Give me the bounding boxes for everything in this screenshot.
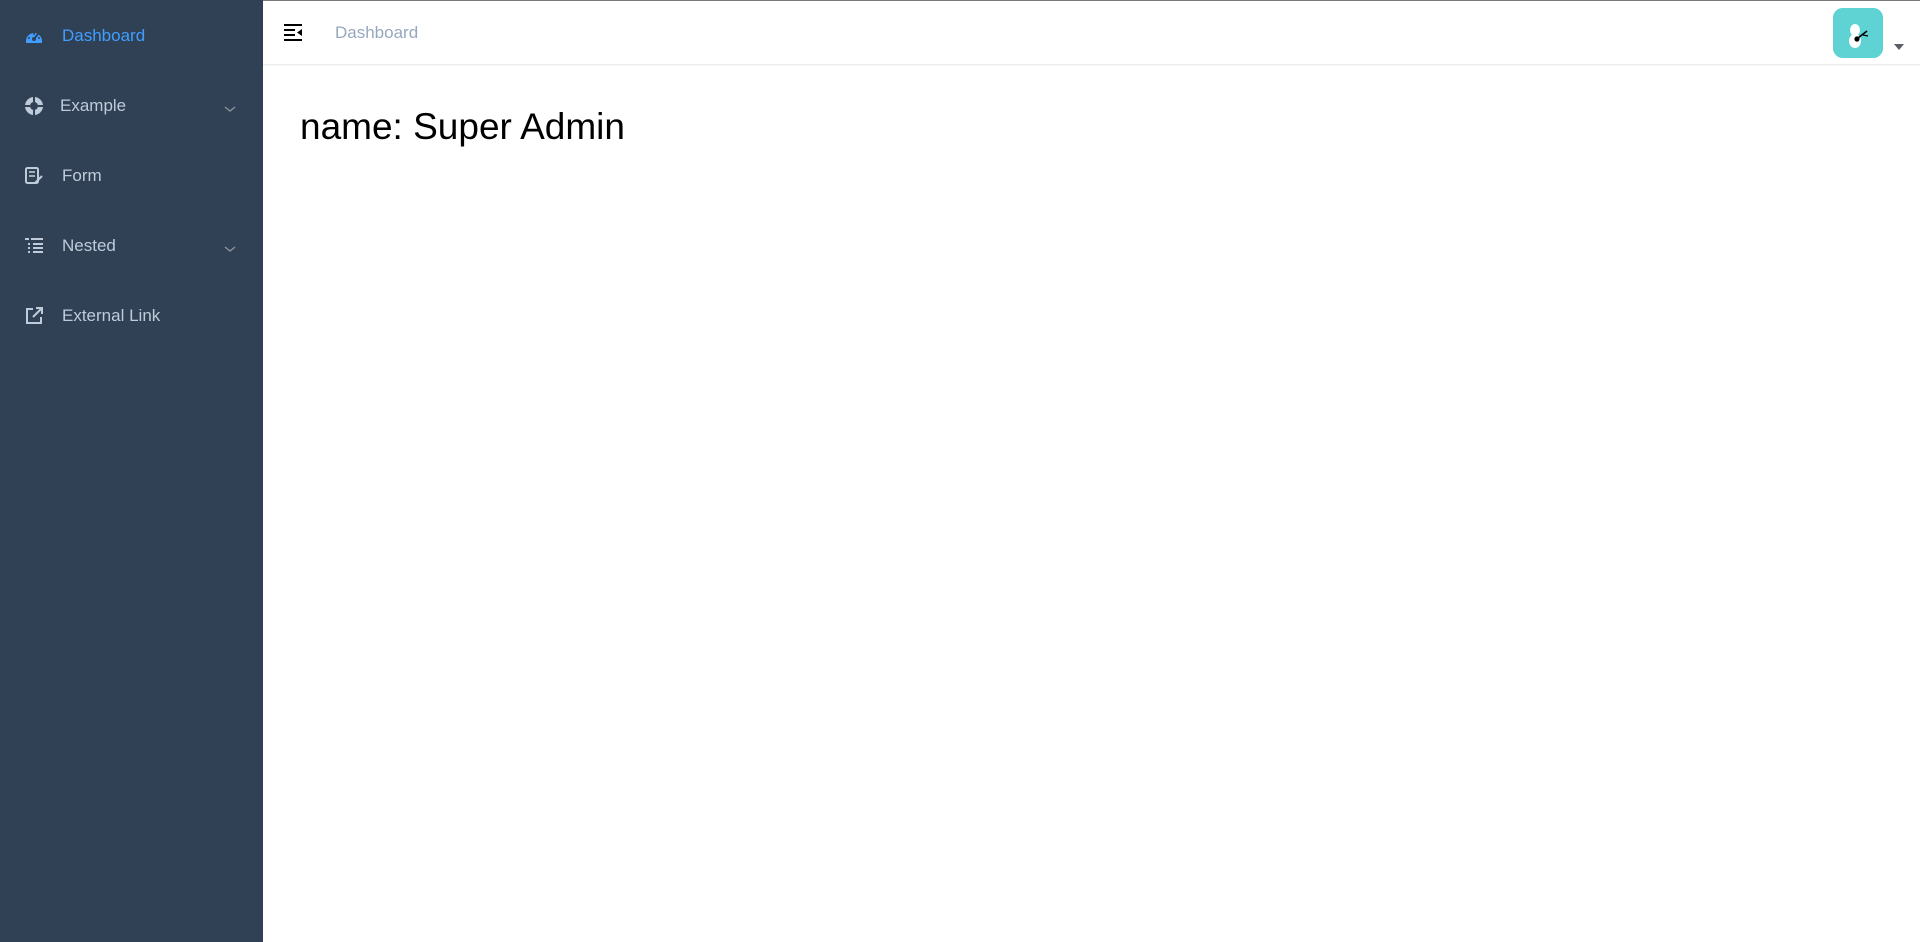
- hamburger-icon[interactable]: [282, 21, 304, 43]
- sidebar-item-label: Form: [62, 166, 102, 185]
- chevron-down-icon: [223, 241, 237, 252]
- sidebar: Dashboard Example Form Nested External L…: [0, 0, 263, 942]
- avatar-icon: [1833, 8, 1883, 58]
- sidebar-item-label: Example: [60, 96, 127, 115]
- sidebar-item-nested[interactable]: Nested: [0, 211, 263, 281]
- nested-icon: [24, 236, 44, 256]
- dashboard-text: name: Super Admin: [300, 106, 625, 147]
- main-content: name: Super Admin: [263, 66, 1920, 942]
- breadcrumb: Dashboard: [335, 23, 419, 42]
- app-root: Dashboard Example Form Nested External L…: [0, 0, 1920, 942]
- sidebar-item-form[interactable]: Form: [0, 141, 263, 211]
- external-link-icon: [24, 306, 44, 326]
- sidebar-item-example[interactable]: Example: [0, 71, 263, 141]
- sidebar-item-label: External Link: [62, 306, 161, 325]
- sidebar-item-dashboard[interactable]: Dashboard: [0, 1, 263, 71]
- navbar: Dashboard: [263, 0, 1920, 65]
- dashboard-icon: [24, 26, 44, 46]
- chevron-down-icon: [223, 101, 237, 112]
- avatar[interactable]: [1833, 8, 1883, 58]
- sidebar-item-label: Dashboard: [62, 26, 146, 45]
- example-icon: [24, 96, 44, 116]
- caret-down-icon[interactable]: [1894, 44, 1904, 50]
- form-icon: [24, 166, 44, 186]
- sidebar-item-external-link[interactable]: External Link: [0, 281, 263, 351]
- sidebar-item-label: Nested: [62, 236, 116, 255]
